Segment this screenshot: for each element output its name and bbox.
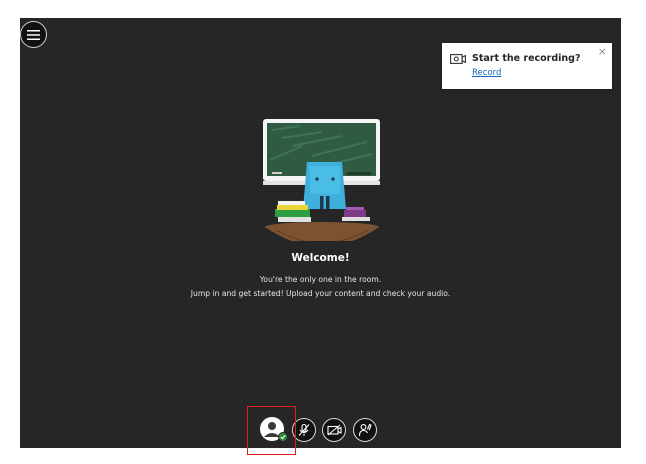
camera-toggle-button[interactable] — [322, 418, 346, 442]
welcome-heading: Welcome! — [291, 252, 350, 264]
focus-highlight-box — [247, 406, 296, 455]
session-menu-button[interactable] — [20, 21, 47, 48]
video-camera-icon — [450, 54, 466, 64]
hamburger-menu-icon — [27, 29, 40, 40]
session-room: Start the recording? Record × Welcome! Y… — [20, 18, 621, 448]
raise-hand-icon — [358, 423, 372, 437]
welcome-message-line2: Jump in and get started! Upload your con… — [190, 289, 451, 298]
microphone-muted-icon — [298, 423, 310, 436]
recording-prompt: Start the recording? Record × — [442, 43, 612, 89]
camera-off-icon — [326, 424, 342, 436]
raise-hand-button[interactable] — [353, 418, 377, 442]
recording-prompt-title: Start the recording? — [472, 53, 581, 64]
classroom-illustration — [263, 119, 380, 241]
close-icon[interactable]: × — [598, 45, 607, 58]
record-link[interactable]: Record — [472, 68, 501, 78]
welcome-message-line1: You're the only one in the room. — [259, 275, 382, 284]
